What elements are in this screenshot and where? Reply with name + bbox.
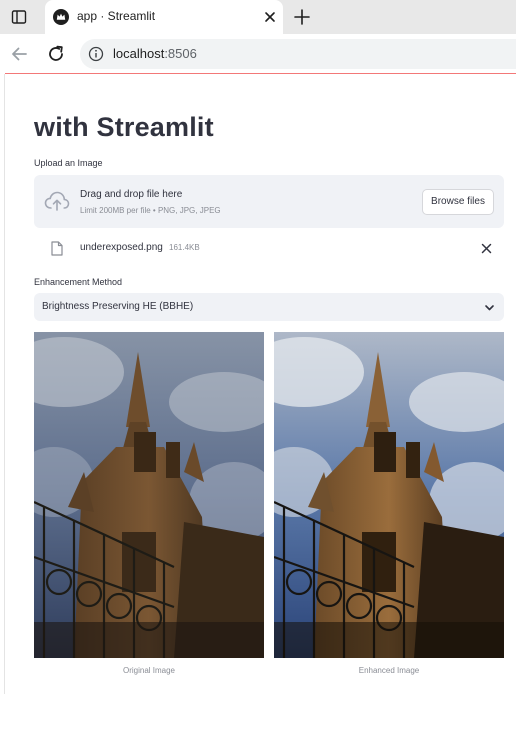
streamlit-crown-icon	[53, 9, 69, 25]
reload-icon[interactable]	[46, 44, 66, 64]
original-image-graphic	[34, 332, 264, 658]
sidebar-panel-icon[interactable]	[11, 9, 27, 25]
enhancement-method-value: Brightness Preserving HE (BBHE)	[42, 301, 194, 312]
enhancement-method-label: Enhancement Method	[34, 277, 123, 287]
dropzone-title: Drag and drop file here	[80, 189, 183, 200]
enhancement-method-select[interactable]: Brightness Preserving HE (BBHE)	[34, 293, 504, 321]
streamlit-app: with Streamlit Upload an Image Drag and …	[0, 74, 516, 694]
uploaded-file-row: underexposed.png 161.4KB	[34, 236, 504, 260]
browse-files-button[interactable]: Browse files	[422, 189, 494, 215]
uploader-label: Upload an Image	[34, 158, 103, 168]
enhanced-image-graphic	[274, 332, 504, 658]
browser-toolbar: localhost:8506	[0, 34, 516, 74]
browser-tab[interactable]: app · Streamlit	[45, 0, 283, 34]
dropzone-limit-text: Limit 200MB per file • PNG, JPG, JPEG	[80, 206, 221, 215]
cloud-upload-icon	[44, 191, 70, 211]
uploaded-file-name: underexposed.png	[80, 242, 163, 253]
original-image-caption: Original Image	[122, 666, 176, 675]
original-image	[34, 332, 264, 658]
close-icon[interactable]	[263, 10, 277, 24]
enhanced-image-caption: Enhanced Image	[358, 666, 420, 675]
tab-title: app · Streamlit	[77, 9, 156, 23]
arrow-left-icon[interactable]	[9, 44, 29, 64]
uploaded-file-size: 161.4KB	[169, 243, 200, 252]
file-icon	[51, 241, 63, 256]
info-icon[interactable]	[88, 46, 104, 62]
url-port: :8506	[164, 46, 197, 61]
url-text: localhost:8506	[113, 46, 197, 61]
chevron-down-icon	[485, 305, 494, 311]
plus-icon[interactable]	[293, 8, 311, 26]
page-title: with Streamlit	[34, 112, 214, 142]
url-host: localhost	[113, 46, 165, 61]
browser-tab-bar: app · Streamlit	[0, 0, 516, 34]
remove-file-close-icon[interactable]	[481, 243, 492, 254]
enhanced-image	[274, 332, 504, 658]
address-bar[interactable]: localhost:8506	[80, 39, 516, 69]
file-dropzone[interactable]: Drag and drop file here Limit 200MB per …	[34, 175, 504, 228]
